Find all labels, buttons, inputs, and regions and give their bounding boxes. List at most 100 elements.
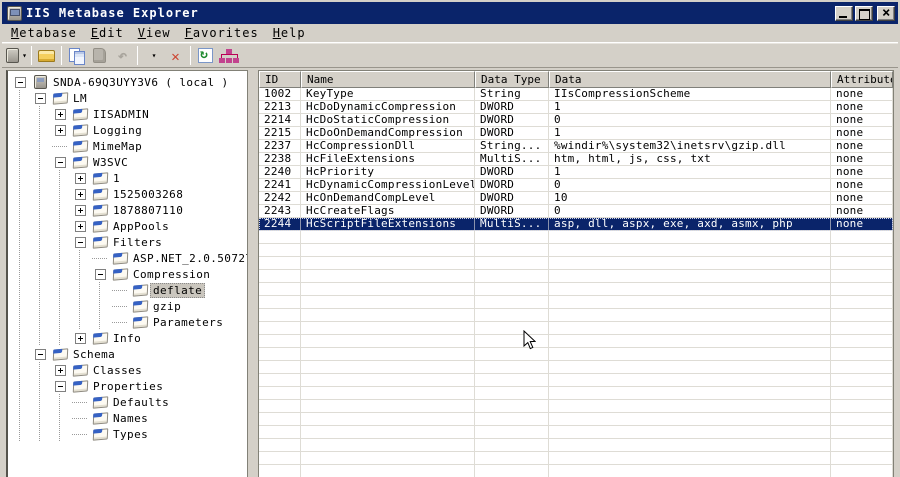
collapse-icon[interactable] xyxy=(50,154,70,170)
tree-item[interactable]: deflate xyxy=(8,282,247,298)
tree-item-label[interactable]: LM xyxy=(70,91,90,106)
table-row[interactable]: 2241 HcDynamicCompressionLevel DWORD 0 none xyxy=(259,179,893,192)
column-header-data[interactable]: Data xyxy=(549,71,831,88)
tree-item-label[interactable]: W3SVC xyxy=(90,155,131,170)
tree-item-label[interactable]: IISADMIN xyxy=(90,107,152,122)
table-row[interactable] xyxy=(259,322,893,335)
table-row[interactable]: 2243 HcCreateFlags DWORD 0 none xyxy=(259,205,893,218)
table-row[interactable] xyxy=(259,231,893,244)
collapse-icon[interactable] xyxy=(90,266,110,282)
table-row[interactable] xyxy=(259,335,893,348)
server-button[interactable]: ▾ xyxy=(5,45,28,67)
expander-box[interactable] xyxy=(74,172,86,184)
collapse-icon[interactable] xyxy=(50,378,70,394)
table-row[interactable] xyxy=(259,244,893,257)
copy-button[interactable] xyxy=(65,45,88,67)
table-row[interactable] xyxy=(259,296,893,309)
tree-item[interactable]: Properties xyxy=(8,378,247,394)
tree-item-label[interactable]: ASP.NET_2.0.50727.0 xyxy=(130,251,247,266)
tree-item-label[interactable]: AppPools xyxy=(110,219,172,234)
expander-box[interactable] xyxy=(74,332,86,344)
tree-item[interactable]: 1 xyxy=(8,170,247,186)
table-row[interactable] xyxy=(259,452,893,465)
tree-item-label[interactable]: Schema xyxy=(70,347,118,362)
table-row[interactable] xyxy=(259,439,893,452)
tree-item[interactable]: Filters xyxy=(8,234,247,250)
tree-item-label[interactable]: Filters xyxy=(110,235,165,250)
hierarchy-button[interactable] xyxy=(217,45,240,67)
tree-item[interactable]: Schema xyxy=(8,346,247,362)
collapse-icon[interactable] xyxy=(30,346,50,362)
tree-item[interactable]: MimeMap xyxy=(8,138,247,154)
table-row[interactable]: 2215 HcDoOnDemandCompression DWORD 1 none xyxy=(259,127,893,140)
tree-item-label[interactable]: Properties xyxy=(90,379,166,394)
expander-box[interactable] xyxy=(94,268,106,280)
table-row[interactable] xyxy=(259,374,893,387)
table-row[interactable]: 2244 HcScriptFileExtensions MultiS... asp, … xyxy=(259,218,893,231)
column-header-attributes[interactable]: Attributes xyxy=(831,71,893,88)
minimize-button[interactable] xyxy=(835,5,853,21)
expander-box[interactable] xyxy=(14,76,26,88)
table-row[interactable] xyxy=(259,309,893,322)
table-row[interactable] xyxy=(259,387,893,400)
dropdown-arrow-icon[interactable]: ▾ xyxy=(152,51,157,60)
menu-item-favorites[interactable]: Favorites xyxy=(178,25,266,41)
tree-item[interactable]: AppPools xyxy=(8,218,247,234)
table-row[interactable] xyxy=(259,400,893,413)
table-row[interactable]: 2242 HcOnDemandCompLevel DWORD 10 none xyxy=(259,192,893,205)
table-row[interactable] xyxy=(259,283,893,296)
dropdown-arrow-icon[interactable]: ▾ xyxy=(22,51,27,60)
expand-icon[interactable] xyxy=(70,202,90,218)
tree-item-label[interactable]: 1 xyxy=(110,171,123,186)
tree-item-label[interactable]: 1525003268 xyxy=(110,187,186,202)
menu-item-view[interactable]: View xyxy=(131,25,178,41)
table-row[interactable] xyxy=(259,361,893,374)
tree-item[interactable]: Defaults xyxy=(8,394,247,410)
column-header-name[interactable]: Name xyxy=(301,71,475,88)
tree-item-label[interactable]: Compression xyxy=(130,267,213,282)
table-row[interactable] xyxy=(259,426,893,439)
column-header-data-type[interactable]: Data Type xyxy=(475,71,549,88)
table-row[interactable]: 2214 HcDoStaticCompression DWORD 0 none xyxy=(259,114,893,127)
table-row[interactable]: 1002 KeyType String IIsCompressionScheme non… xyxy=(259,88,893,101)
panel-splitter[interactable] xyxy=(248,70,258,477)
expand-icon[interactable] xyxy=(70,170,90,186)
tree-item[interactable]: Info xyxy=(8,330,247,346)
delete-button[interactable] xyxy=(164,45,187,67)
tree-item[interactable]: 1878807110 xyxy=(8,202,247,218)
open-button[interactable] xyxy=(35,45,58,67)
expander-box[interactable] xyxy=(54,108,66,120)
tree-item[interactable]: 1525003268 xyxy=(8,186,247,202)
table-row[interactable]: 2238 HcFileExtensions MultiS... htm, html, … xyxy=(259,153,893,166)
column-header-id[interactable]: ID xyxy=(259,71,301,88)
table-row[interactable] xyxy=(259,465,893,477)
expander-box[interactable] xyxy=(54,124,66,136)
expander-box[interactable] xyxy=(54,380,66,392)
expander-box[interactable] xyxy=(74,236,86,248)
table-row[interactable] xyxy=(259,348,893,361)
tree-item[interactable]: Logging xyxy=(8,122,247,138)
expand-icon[interactable] xyxy=(50,106,70,122)
collapse-icon[interactable] xyxy=(70,234,90,250)
expand-icon[interactable] xyxy=(70,330,90,346)
expander-box[interactable] xyxy=(54,364,66,376)
expander-box[interactable] xyxy=(34,92,46,104)
maximize-button[interactable] xyxy=(855,5,873,21)
close-button[interactable] xyxy=(877,5,895,21)
tree-item-label[interactable]: MimeMap xyxy=(90,139,145,154)
tree-item[interactable]: Parameters xyxy=(8,314,247,330)
tree-item-label[interactable]: SNDA-69Q3UYY3V6 ( local ) xyxy=(50,75,232,90)
menu-item-help[interactable]: Help xyxy=(266,25,313,41)
tree-item-label[interactable]: 1878807110 xyxy=(110,203,186,218)
tree-item[interactable]: Names xyxy=(8,410,247,426)
table-row[interactable]: 2237 HcCompressionDll String... %windir%\sy… xyxy=(259,140,893,153)
expand-icon[interactable] xyxy=(70,218,90,234)
menu-item-edit[interactable]: Edit xyxy=(84,25,131,41)
tree-item-label[interactable]: Logging xyxy=(90,123,145,138)
table-row[interactable] xyxy=(259,413,893,426)
tree-item-label[interactable]: deflate xyxy=(150,282,206,298)
refresh-button[interactable] xyxy=(194,45,217,67)
table-row[interactable]: 2240 HcPriority DWORD 1 none xyxy=(259,166,893,179)
tree-item[interactable]: IISADMIN xyxy=(8,106,247,122)
tree-item[interactable]: Compression xyxy=(8,266,247,282)
